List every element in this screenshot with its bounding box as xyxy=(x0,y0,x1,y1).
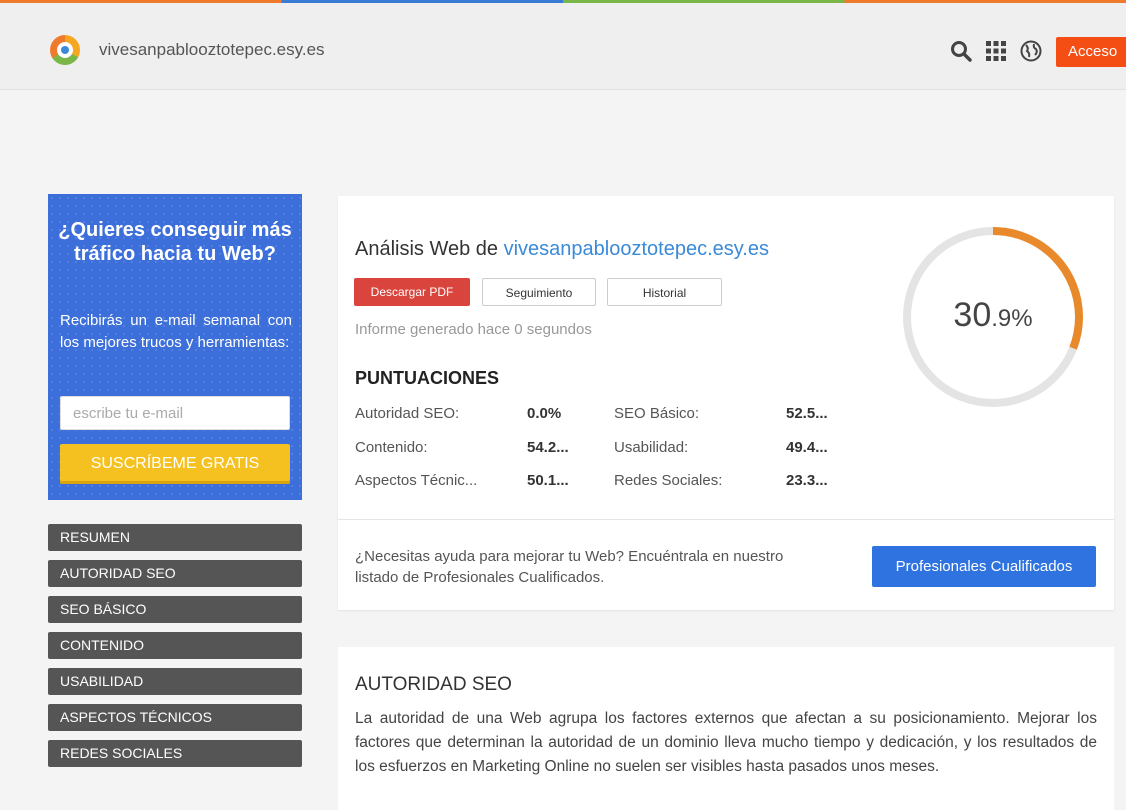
email-input[interactable] xyxy=(60,396,290,430)
analysis-title-prefix: Análisis Web de xyxy=(355,238,499,260)
scores-title: PUNTUACIONES xyxy=(355,368,500,388)
score-label-aspectos-tecnicos: Aspectos Técnic... xyxy=(355,472,478,489)
nav-item-usabilidad[interactable]: USABILIDAD xyxy=(48,668,302,695)
score-value-aspectos-tecnicos: 50.1... xyxy=(527,472,569,489)
help-text: ¿Necesitas ayuda para mejorar tu Web? En… xyxy=(355,548,784,586)
globe-icon[interactable] xyxy=(1020,40,1042,66)
tracking-button[interactable]: Seguimiento xyxy=(482,278,596,306)
nav-item-contenido[interactable]: CONTENIDO xyxy=(48,632,302,659)
score-label-autoridad-seo: Autoridad SEO: xyxy=(355,405,460,422)
overall-score-dec: .9% xyxy=(991,305,1033,332)
score-value-contenido: 54.2... xyxy=(527,439,569,456)
site-logo[interactable] xyxy=(50,35,80,65)
nav-item-redes-sociales[interactable]: REDES SOCIALES xyxy=(48,740,302,767)
professionals-button[interactable]: Profesionales Cualificados xyxy=(872,546,1096,587)
nav-item-aspectos-tecnicos[interactable]: ASPECTOS TÉCNICOS xyxy=(48,704,302,731)
download-pdf-button[interactable]: Descargar PDF xyxy=(354,278,470,306)
analysis-domain-link[interactable]: vivesanpablooztotepec.esy.es xyxy=(504,238,769,260)
score-label-seo-basico: SEO Básico: xyxy=(614,405,700,422)
header: vivesanpablooztotepec.esy.es Acceso xyxy=(0,3,1126,90)
subscribe-button[interactable]: SUSCRÍBEME GRATIS xyxy=(60,444,290,484)
analysis-title: Análisis Web de vivesanpablooztotepec.es… xyxy=(355,238,769,261)
score-value-redes-sociales: 23.3... xyxy=(786,472,828,489)
newsletter-promo: ¿Quieres conseguir más tráfico hacia tu … xyxy=(48,194,302,500)
card-divider xyxy=(338,519,1114,520)
promo-text: Recibirás un e-mail semanal con los mejo… xyxy=(60,312,292,351)
promo-title: ¿Quieres conseguir más tráfico hacia tu … xyxy=(58,219,292,265)
section-nav: RESUMEN AUTORIDAD SEO SEO BÁSICO CONTENI… xyxy=(48,524,302,776)
score-label-contenido: Contenido: xyxy=(355,439,428,456)
authority-title: AUTORIDAD SEO xyxy=(355,674,512,695)
report-timestamp: Informe generado hace 0 segundos xyxy=(355,321,592,338)
overall-score: 30.9% xyxy=(898,296,1088,335)
site-name[interactable]: vivesanpablooztotepec.esy.es xyxy=(99,40,325,60)
score-value-seo-basico: 52.5... xyxy=(786,405,828,422)
overall-score-int: 30 xyxy=(953,296,992,334)
search-icon[interactable] xyxy=(950,40,972,66)
nav-item-seo-basico[interactable]: SEO BÁSICO xyxy=(48,596,302,623)
score-label-usabilidad: Usabilidad: xyxy=(614,439,689,456)
nav-item-autoridad-seo[interactable]: AUTORIDAD SEO xyxy=(48,560,302,587)
score-label-redes-sociales: Redes Sociales: xyxy=(614,472,723,489)
score-value-autoridad-seo: 0.0% xyxy=(527,405,562,422)
authority-text: La autoridad de una Web agrupa los facto… xyxy=(355,710,1097,775)
access-button[interactable]: Acceso xyxy=(1056,37,1126,67)
analysis-card: Análisis Web de vivesanpablooztotepec.es… xyxy=(338,196,1114,610)
grid-icon[interactable] xyxy=(985,40,1007,66)
history-button[interactable]: Historial xyxy=(607,278,722,306)
score-value-usabilidad: 49.4... xyxy=(786,439,828,456)
authority-section: AUTORIDAD SEO La autoridad de una Web ag… xyxy=(338,647,1114,810)
nav-item-resumen[interactable]: RESUMEN xyxy=(48,524,302,551)
